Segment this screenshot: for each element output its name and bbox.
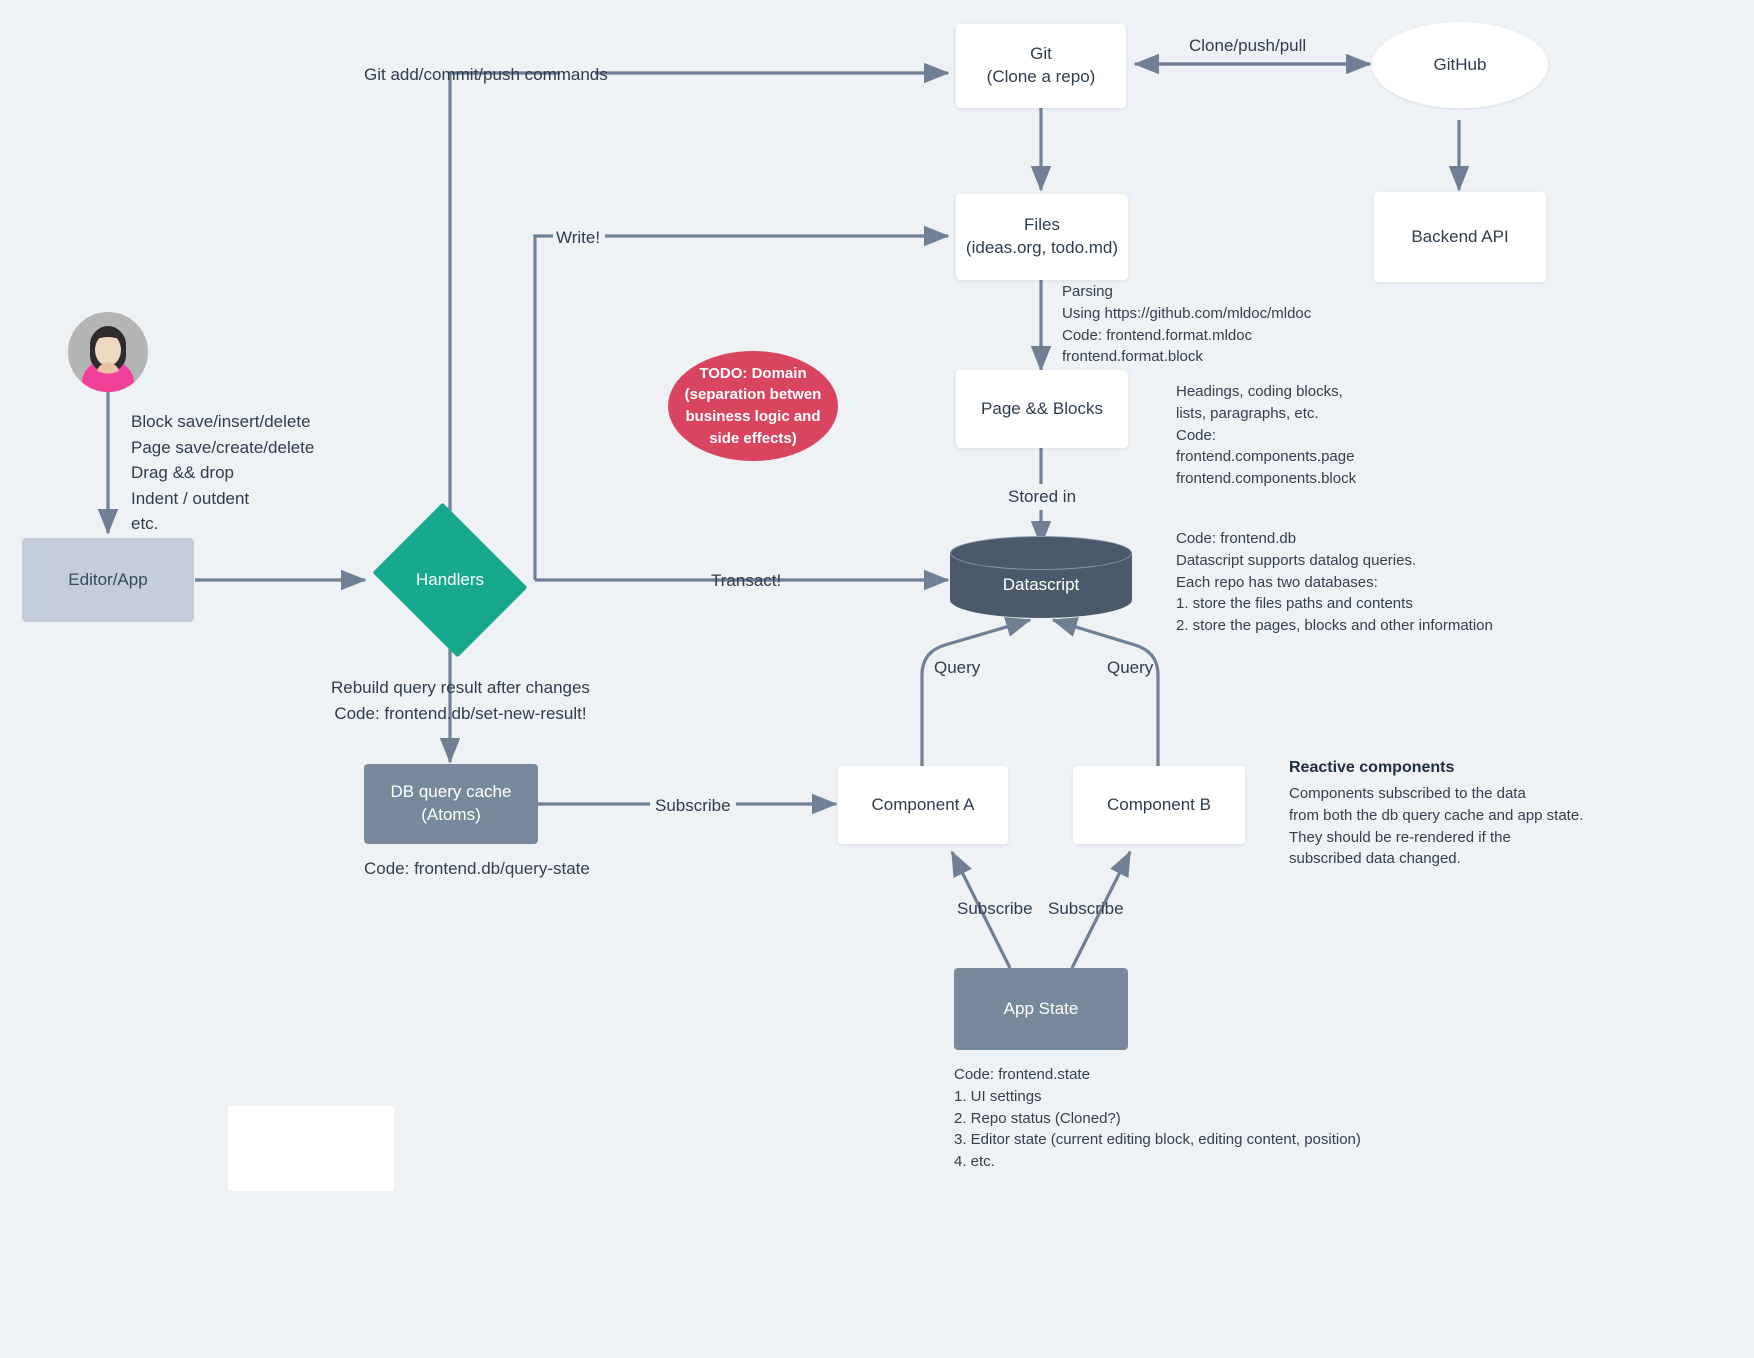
edge-componenta-query xyxy=(920,616,1032,766)
edge-handlers-to-write xyxy=(533,234,553,580)
node-git[interactable]: Git (Clone a repo) xyxy=(956,24,1126,108)
node-git-line2: (Clone a repo) xyxy=(986,67,1096,86)
annotation-app-state: Code: frontend.state 1. UI settings 2. R… xyxy=(954,1066,1361,1170)
reactive-components-body: Components subscribed to the data from b… xyxy=(1289,785,1584,868)
edge-label-query-right: Query xyxy=(1107,658,1154,677)
annotation-user-actions: Block save/insert/delete Page save/creat… xyxy=(131,412,315,533)
reactive-components-title: Reactive components xyxy=(1289,759,1455,776)
node-db-query-cache-line2: (Atoms) xyxy=(421,805,481,824)
node-backend-api[interactable]: Backend API xyxy=(1374,192,1546,282)
edge-label-subscribe-b: Subscribe xyxy=(1048,899,1124,918)
node-handlers[interactable]: Handlers xyxy=(365,502,535,658)
edge-label-subscribe-a: Subscribe xyxy=(957,899,1033,918)
node-page-blocks-label: Page && Blocks xyxy=(981,398,1103,418)
node-datascript-label: Datascript xyxy=(1002,575,1080,594)
avatar xyxy=(68,312,148,392)
edge-label-transact: Transact! xyxy=(711,571,782,590)
node-component-b-label: Component B xyxy=(1107,794,1211,814)
user-avatar-icon xyxy=(68,312,148,392)
node-db-query-cache[interactable]: DB query cache (Atoms) xyxy=(364,764,538,844)
node-handlers-label: Handlers xyxy=(415,570,485,589)
edge-label-git-commands: Git add/commit/push commands xyxy=(364,65,608,84)
node-component-a-label: Component A xyxy=(871,794,975,814)
annotation-query-state-code: Code: frontend.db/query-state xyxy=(364,859,590,878)
edge-label-query-left: Query xyxy=(934,658,981,677)
annotation-page-blocks: Headings, coding blocks, lists, paragrap… xyxy=(1176,383,1357,487)
edge-label-subscribe-cache: Subscribe xyxy=(650,793,736,819)
annotation-parsing: Parsing Using https://github.com/mldoc/m… xyxy=(1062,283,1312,366)
blank-placeholder-box xyxy=(228,1106,394,1191)
node-files-line2: (ideas.org, todo.md) xyxy=(965,238,1119,257)
node-editor-app[interactable]: Editor/App xyxy=(22,538,194,622)
node-component-a[interactable]: Component A xyxy=(838,766,1008,844)
node-files[interactable]: Files (ideas.org, todo.md) xyxy=(956,194,1128,280)
edge-label-stored-in: Stored in xyxy=(1004,484,1081,510)
node-github[interactable]: GitHub xyxy=(1372,22,1548,108)
annotation-datascript: Code: frontend.db Datascript supports da… xyxy=(1176,530,1493,634)
node-datascript[interactable]: Datascript xyxy=(950,536,1132,634)
diagram-canvas: Git (Clone a repo) GitHub Backend API Fi… xyxy=(0,0,1754,1358)
node-page-blocks[interactable]: Page && Blocks xyxy=(956,370,1128,448)
edge-componentb-query xyxy=(1051,617,1160,766)
node-files-line1: Files xyxy=(1024,215,1060,235)
node-editor-app-label: Editor/App xyxy=(68,569,148,589)
node-github-label: GitHub xyxy=(1433,54,1487,74)
node-backend-api-label: Backend API xyxy=(1411,226,1509,246)
node-git-line1: Git xyxy=(1030,44,1052,64)
edge-label-write: Write! xyxy=(556,228,601,247)
edge-handlers-to-commands xyxy=(448,71,560,535)
node-db-query-cache-line1: DB query cache xyxy=(390,782,512,802)
node-app-state-label: App State xyxy=(1003,998,1079,1018)
edge-label-clone-push-pull: Clone/push/pull xyxy=(1189,36,1307,55)
node-app-state[interactable]: App State xyxy=(954,968,1128,1050)
todo-bubble[interactable]: TODO: Domain (separation betwen business… xyxy=(668,351,838,461)
annotation-rebuild-query: Rebuild query result after changes Code:… xyxy=(331,678,590,723)
node-component-b[interactable]: Component B xyxy=(1073,766,1245,844)
